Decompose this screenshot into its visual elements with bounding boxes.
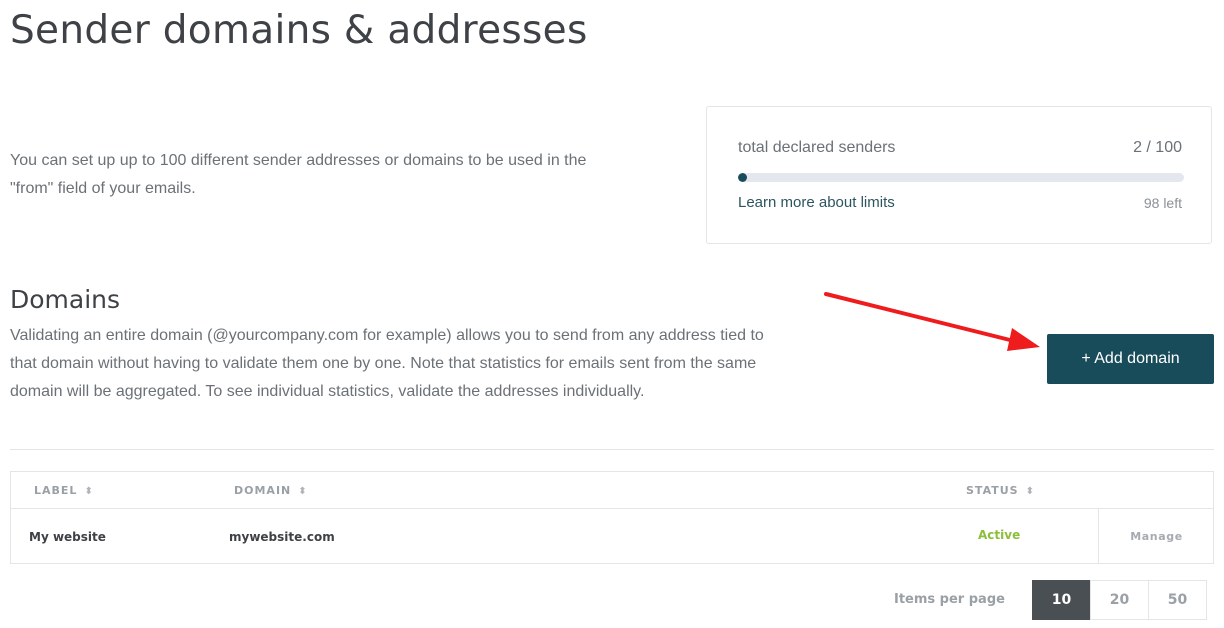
- domains-description: Validating an entire domain (@yourcompan…: [10, 327, 764, 400]
- manage-button[interactable]: Manage: [1099, 530, 1214, 543]
- column-header-status[interactable]: STATUS ⬍: [966, 484, 1035, 497]
- row-label: My website: [29, 530, 106, 544]
- limits-remaining: 98 left: [1143, 195, 1182, 211]
- add-domain-button[interactable]: + Add domain: [1047, 334, 1214, 384]
- sort-arrows-icon[interactable]: ⬍: [84, 486, 93, 497]
- items-per-page-selector: 10 20 50: [1032, 580, 1207, 620]
- column-header-domain[interactable]: DOMAIN ⬍: [234, 484, 308, 497]
- domains-section-title: Domains: [10, 285, 121, 314]
- sender-limits-card: total declared senders 2 / 100 Learn mor…: [706, 106, 1212, 244]
- section-divider: [10, 449, 1214, 450]
- page-size-option-50[interactable]: 50: [1148, 580, 1207, 620]
- row-domain: mywebsite.com: [229, 530, 335, 544]
- limits-count: 2 / 100: [1133, 139, 1182, 156]
- page-size-option-20[interactable]: 20: [1090, 580, 1149, 620]
- status-badge: Active: [978, 528, 1021, 542]
- domains-table: LABEL ⬍ DOMAIN ⬍ STATUS ⬍ My website mywebs…: [10, 471, 1214, 564]
- limits-progress-fill: [738, 173, 747, 182]
- limits-progress-bar: [738, 173, 1184, 182]
- table-header: LABEL ⬍ DOMAIN ⬍ STATUS ⬍: [11, 472, 1213, 509]
- page-title: Sender domains & addresses: [10, 8, 588, 53]
- items-per-page-label: Items per page: [894, 592, 1005, 607]
- sort-arrows-icon[interactable]: ⬍: [298, 486, 307, 497]
- intro-text: You can set up up to 100 different sende…: [10, 152, 587, 197]
- page-size-option-10[interactable]: 10: [1032, 580, 1091, 620]
- column-header-label[interactable]: LABEL ⬍: [34, 484, 94, 497]
- sort-arrows-icon[interactable]: ⬍: [1026, 486, 1035, 497]
- annotation-arrow-icon: [824, 292, 1040, 351]
- manage-cell: Manage: [1098, 508, 1214, 563]
- learn-more-limits-link[interactable]: Learn more about limits: [738, 194, 895, 211]
- limits-label: total declared senders: [738, 139, 896, 156]
